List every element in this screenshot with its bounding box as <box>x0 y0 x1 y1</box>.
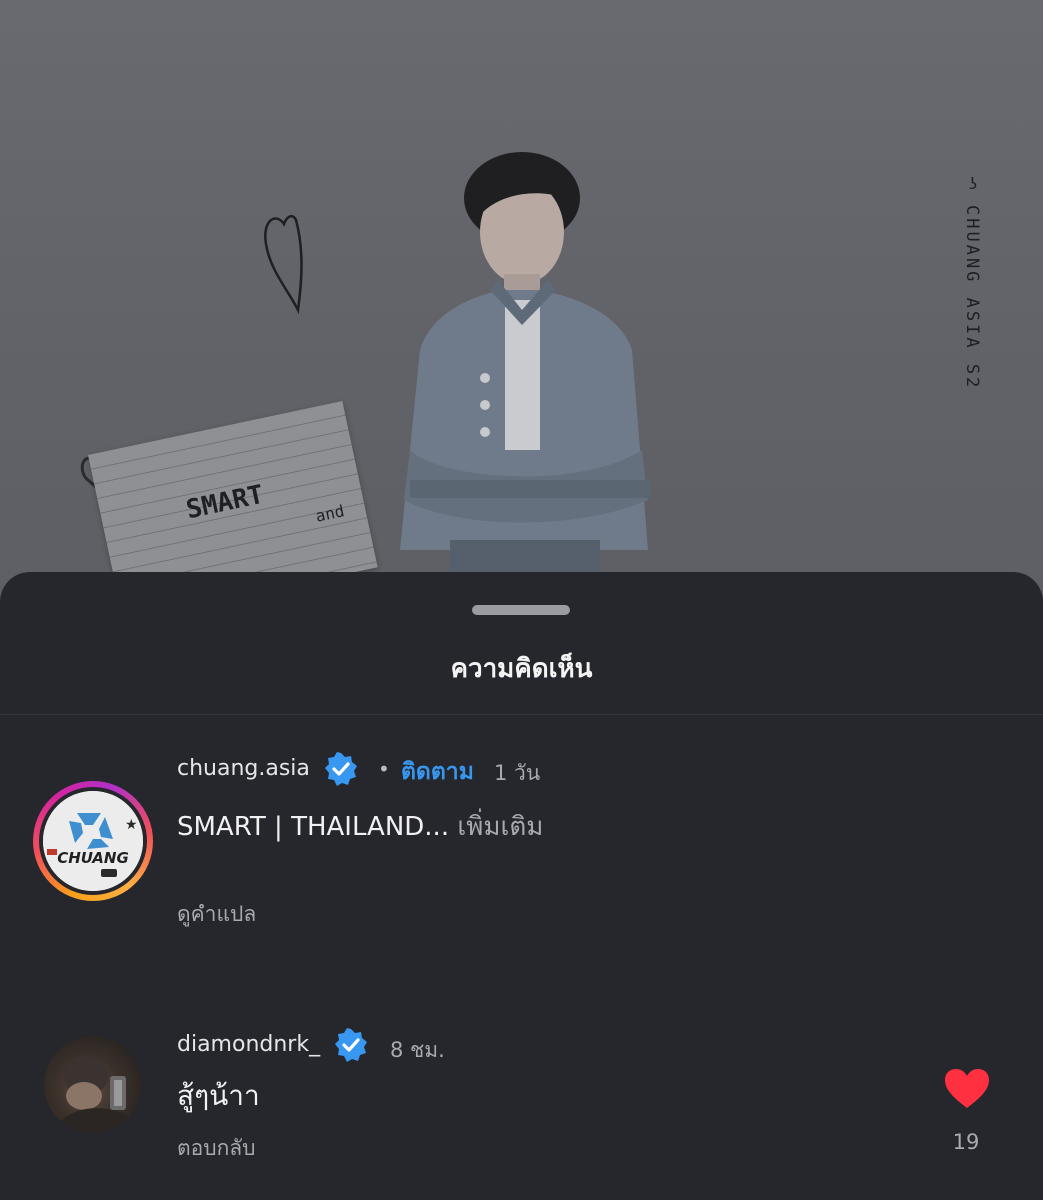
reply-button[interactable]: ตอบกลับ <box>177 1132 256 1165</box>
note-subtitle: and <box>313 501 347 526</box>
note-card: SMART and <box>88 400 378 600</box>
avatar-logo-text: CHUANG <box>57 849 129 867</box>
header-divider <box>0 714 1043 715</box>
chuang-logo-icon: ★ CHUANG <box>43 791 143 891</box>
comment-timestamp: 1 วัน <box>494 761 541 785</box>
note-title: SMART <box>183 479 267 526</box>
comment-timestamp: 8 ชม. <box>390 1038 445 1062</box>
vertical-brand-text: CHUANG ASIA S2 <box>962 205 982 391</box>
comment-text: สู้ๆน้าา <box>177 1079 260 1112</box>
follow-button[interactable]: ติดตาม <box>401 754 474 790</box>
username-link[interactable]: chuang.asia <box>177 756 310 781</box>
sheet-title: ความคิดเห็น <box>450 654 593 684</box>
caption-text: SMART | THAILAND... เพิ่มเติม <box>177 806 543 847</box>
username-link[interactable]: diamondnrk_ <box>177 1032 320 1057</box>
verified-badge-icon <box>325 752 357 786</box>
like-heart-icon[interactable] <box>944 1068 990 1110</box>
see-translation-link[interactable]: ดูคำแปล <box>177 898 256 931</box>
avatar[interactable] <box>44 1036 141 1133</box>
sheet-drag-handle[interactable] <box>472 605 570 615</box>
svg-text:★: ★ <box>125 817 138 833</box>
like-count: 19 <box>952 1130 980 1154</box>
heart-doodle-icon <box>264 214 303 315</box>
comments-sheet: ความคิดเห็น ★ CHUANG chuang.asia • ติดตา… <box>0 572 1043 1200</box>
story-ring-avatar[interactable]: ★ CHUANG <box>33 781 153 901</box>
avatar: ★ CHUANG <box>43 791 143 891</box>
caption-body: SMART | THAILAND... <box>177 812 450 842</box>
separator-dot: • <box>378 757 390 781</box>
brand-logo-icon: ʖ <box>969 174 978 193</box>
user-photo <box>54 1056 134 1133</box>
person-photo <box>400 152 650 580</box>
verified-badge-icon <box>335 1028 367 1062</box>
post-image-backdrop: ʖ CHUANG ASIA S2 SMART and <box>0 0 1043 600</box>
see-more-link[interactable]: เพิ่มเติม <box>457 812 543 842</box>
